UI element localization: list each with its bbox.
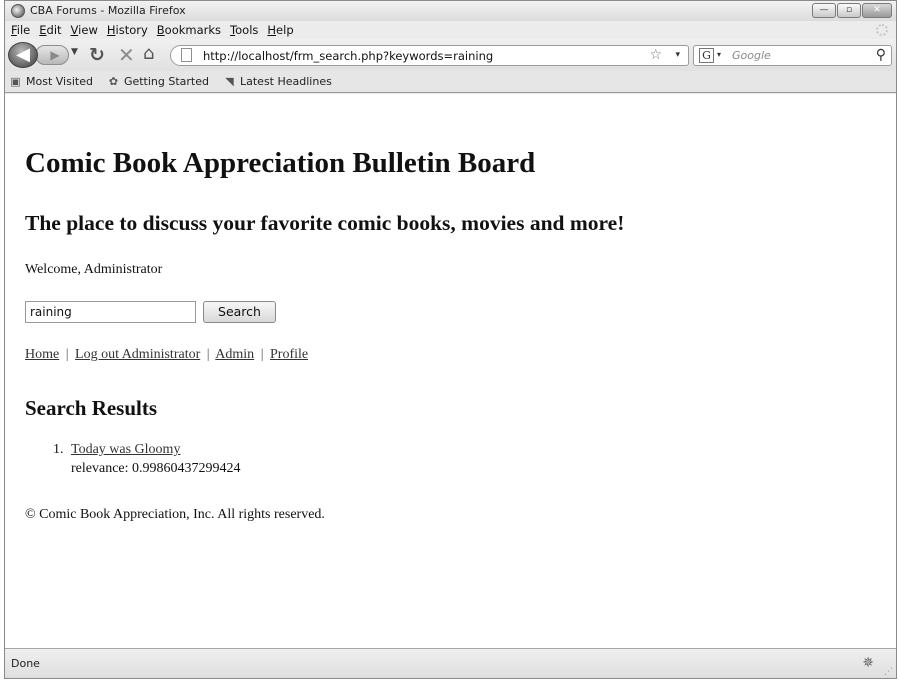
- menu-tools[interactable]: Tools: [230, 23, 258, 37]
- close-button[interactable]: ✕: [862, 3, 892, 18]
- maximize-button[interactable]: ▫: [837, 3, 861, 18]
- window-controls: — ▫ ✕: [812, 3, 892, 18]
- magnifier-icon[interactable]: ⚲: [876, 47, 886, 63]
- google-engine-icon[interactable]: G: [699, 48, 714, 63]
- result-title-link[interactable]: Today was Gloomy: [71, 442, 180, 458]
- menu-bar: File Edit View History Bookmarks Tools H…: [5, 21, 896, 39]
- history-dropdown-icon[interactable]: ▼: [71, 47, 78, 57]
- url-text[interactable]: http://localhost/frm_search.php?keywords…: [203, 49, 493, 63]
- page-icon: [181, 48, 192, 62]
- link-separator: |: [206, 347, 210, 362]
- bookmarks-toolbar: ▣ Most Visited ✿ Getting Started ◥ Lates…: [5, 71, 896, 93]
- profile-link[interactable]: Profile: [270, 347, 308, 362]
- logout-link[interactable]: Log out Administrator: [75, 347, 200, 362]
- menu-view[interactable]: View: [71, 23, 98, 37]
- welcome-text: Welcome, Administrator: [25, 262, 163, 277]
- getting-started-icon: ✿: [108, 75, 119, 88]
- page-content: Comic Book Appreciation Bulletin Board T…: [5, 94, 896, 648]
- forward-arrow-icon: ▶: [50, 48, 60, 62]
- minimize-button[interactable]: —: [812, 3, 836, 18]
- home-icon[interactable]: ⌂: [143, 43, 154, 64]
- stop-icon[interactable]: ✕: [118, 43, 135, 67]
- menu-history[interactable]: History: [107, 23, 148, 37]
- page-title: Comic Book Appreciation Bulletin Board: [25, 147, 536, 179]
- throbber-icon: [876, 24, 888, 36]
- search-engine-placeholder[interactable]: Google: [732, 49, 771, 62]
- engine-dropdown-icon[interactable]: ▾: [717, 50, 721, 59]
- result-relevance: relevance: 0.99860437299424: [71, 461, 241, 476]
- url-dropdown-icon[interactable]: ▾: [675, 50, 680, 60]
- navigation-toolbar: ▶ ◀ ▼ ↻ ✕ ⌂ http://localhost/frm_search.…: [5, 39, 896, 71]
- link-separator: |: [65, 347, 69, 362]
- bookmark-label: Latest Headlines: [240, 75, 332, 88]
- window-title: CBA Forums - Mozilla Firefox: [30, 4, 186, 17]
- page-tagline: The place to discuss your favorite comic…: [25, 211, 625, 235]
- search-button[interactable]: Search: [203, 301, 276, 323]
- browser-window: CBA Forums - Mozilla Firefox — ▫ ✕ File …: [4, 0, 897, 679]
- search-bar[interactable]: G ▾ Google ⚲: [693, 45, 892, 66]
- bookmark-label: Most Visited: [26, 75, 93, 88]
- bookmark-most-visited[interactable]: ▣ Most Visited: [9, 75, 93, 88]
- menu-bookmarks[interactable]: Bookmarks: [157, 23, 221, 37]
- keyword-search-input[interactable]: [25, 301, 196, 323]
- menu-edit[interactable]: Edit: [39, 23, 61, 37]
- resize-grip-icon[interactable]: ⋰: [884, 667, 893, 677]
- bookmark-getting-started[interactable]: ✿ Getting Started: [107, 75, 209, 88]
- home-link[interactable]: Home: [25, 347, 59, 362]
- status-bar: Done ✵ ⋰: [5, 648, 896, 678]
- status-text: Done: [11, 657, 40, 670]
- search-results-heading: Search Results: [25, 396, 158, 420]
- site-nav-links: Home | Log out Administrator | Admin | P…: [25, 347, 308, 363]
- status-activity-icon: ✵: [862, 655, 874, 671]
- most-visited-icon: ▣: [10, 75, 21, 88]
- menu-help[interactable]: Help: [267, 23, 293, 37]
- star-icon[interactable]: ☆: [649, 47, 662, 63]
- back-arrow-icon: ◀: [16, 44, 30, 65]
- rss-icon: ◥: [225, 75, 234, 88]
- result-number: 1.: [53, 442, 64, 457]
- link-separator: |: [260, 347, 264, 362]
- forward-button[interactable]: ▶: [35, 45, 69, 65]
- title-bar: CBA Forums - Mozilla Firefox — ▫ ✕: [5, 1, 896, 21]
- back-button[interactable]: ◀: [8, 42, 38, 68]
- footer-copyright: © Comic Book Appreciation, Inc. All righ…: [25, 507, 325, 522]
- admin-link[interactable]: Admin: [215, 347, 254, 362]
- menu-file[interactable]: File: [11, 23, 30, 37]
- address-bar[interactable]: http://localhost/frm_search.php?keywords…: [170, 45, 689, 66]
- firefox-icon: [11, 4, 25, 18]
- reload-icon[interactable]: ↻: [89, 44, 105, 66]
- bookmark-latest-headlines[interactable]: ◥ Latest Headlines: [223, 75, 332, 88]
- bookmark-label: Getting Started: [123, 75, 209, 88]
